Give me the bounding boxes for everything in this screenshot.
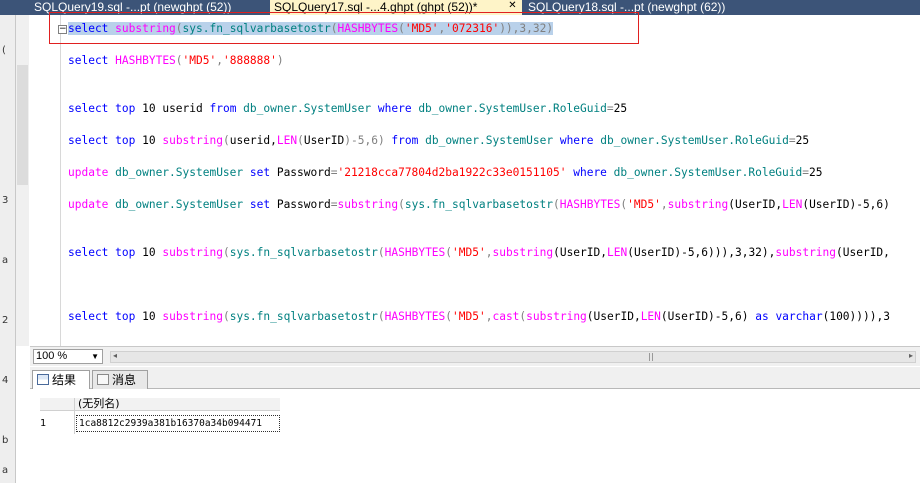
annotation-box-query bbox=[49, 12, 639, 44]
object-explorer-edge: ( 3 a 2 4 b a bbox=[0, 15, 16, 483]
edge-char: ( bbox=[2, 45, 6, 56]
horizontal-scrollbar[interactable]: ◂ ▸ bbox=[110, 351, 916, 363]
tab-results-label: 结果 bbox=[52, 373, 77, 387]
gutter-divider bbox=[60, 15, 61, 346]
edge-char: 4 bbox=[2, 375, 9, 386]
zoom-bar: 100 % ▼ ◂ ▸ bbox=[30, 346, 920, 366]
edge-char: 3 bbox=[2, 195, 9, 206]
edge-char: 2 bbox=[2, 315, 9, 326]
code-line-5[interactable]: update db_owner.SystemUser set Password=… bbox=[68, 165, 822, 181]
code-line-8[interactable]: select top 10 substring(sys.fn_sqlvarbas… bbox=[68, 309, 890, 325]
zoom-value: 100 % bbox=[36, 350, 68, 362]
scroll-left-icon[interactable]: ◂ bbox=[113, 351, 117, 360]
scroll-thumb[interactable] bbox=[17, 65, 28, 185]
chevron-down-icon: ▼ bbox=[91, 352, 99, 361]
code-line-7[interactable]: select top 10 substring(sys.fn_sqlvarbas… bbox=[68, 245, 890, 261]
grid-divider bbox=[74, 398, 75, 434]
zoom-select[interactable]: 100 % ▼ bbox=[33, 349, 103, 364]
scroll-right-icon[interactable]: ▸ bbox=[909, 351, 913, 360]
code-line-4[interactable]: select top 10 substring(userid,LEN(UserI… bbox=[68, 133, 809, 149]
scroll-grip[interactable] bbox=[649, 353, 653, 361]
message-icon bbox=[97, 374, 109, 385]
close-icon[interactable]: ✕ bbox=[507, 1, 518, 12]
code-line-6[interactable]: update db_owner.SystemUser set Password=… bbox=[68, 197, 890, 213]
grid-icon bbox=[37, 374, 49, 385]
code-line-2[interactable]: select HASHBYTES('MD5','888888') bbox=[68, 53, 284, 69]
edge-char: a bbox=[2, 465, 9, 476]
edge-char: b bbox=[2, 435, 9, 446]
column-header[interactable]: (无列名) bbox=[40, 398, 280, 411]
tab-results[interactable]: 结果 bbox=[32, 370, 90, 389]
result-cell[interactable]: 1ca8812c2939a381b16370a34b094471 bbox=[76, 415, 280, 432]
editor-vertical-scrollbar[interactable] bbox=[16, 15, 29, 346]
code-line-3[interactable]: select top 10 userid from db_owner.Syste… bbox=[68, 101, 627, 117]
edge-char: a bbox=[2, 255, 9, 266]
tab-messages[interactable]: 消息 bbox=[92, 370, 148, 389]
row-number: 1 bbox=[40, 418, 47, 429]
results-tab-strip: 结果 消息 bbox=[30, 367, 920, 389]
tab-messages-label: 消息 bbox=[112, 373, 137, 387]
